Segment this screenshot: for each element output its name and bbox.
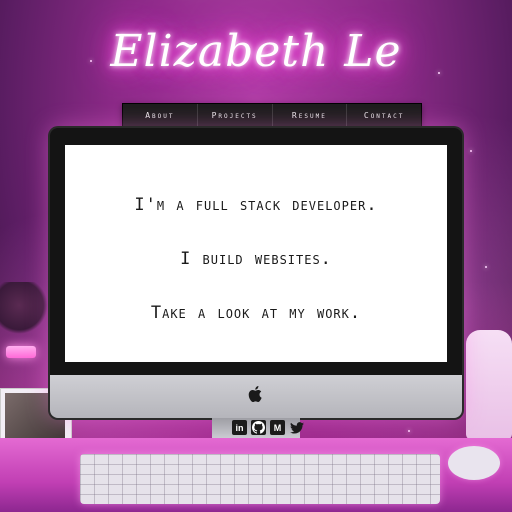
nav-item-projects[interactable]: Projects [198,104,273,126]
github-icon[interactable] [251,420,266,435]
nav-bar: About Projects Resume Contact [122,103,422,127]
page-title: Elizabeth Le [110,26,402,77]
lamp-decoration [6,346,36,358]
nav-item-contact[interactable]: Contact [347,104,421,126]
nav-item-resume[interactable]: Resume [273,104,348,126]
star [485,266,487,268]
plant-decoration [0,282,48,334]
intro-line-2: I build websites. [180,249,332,269]
monitor-screen: I'm a full stack developer. I build webs… [65,145,447,362]
vase-decoration [466,330,512,440]
twitter-icon[interactable] [289,420,304,435]
keyboard [80,454,440,504]
mouse [448,446,500,480]
intro-line-3: Take a look at my work. [150,303,362,323]
linkedin-icon[interactable]: in [232,420,247,435]
monitor: I'm a full stack developer. I build webs… [50,128,462,418]
nav-item-about[interactable]: About [123,104,198,126]
star [470,150,472,152]
medium-icon[interactable]: M [270,420,285,435]
apple-logo-icon [248,386,262,402]
social-links: in M [232,420,312,436]
star [408,430,410,432]
intro-line-1: I'm a full stack developer. [134,195,378,215]
monitor-chin [50,375,462,418]
